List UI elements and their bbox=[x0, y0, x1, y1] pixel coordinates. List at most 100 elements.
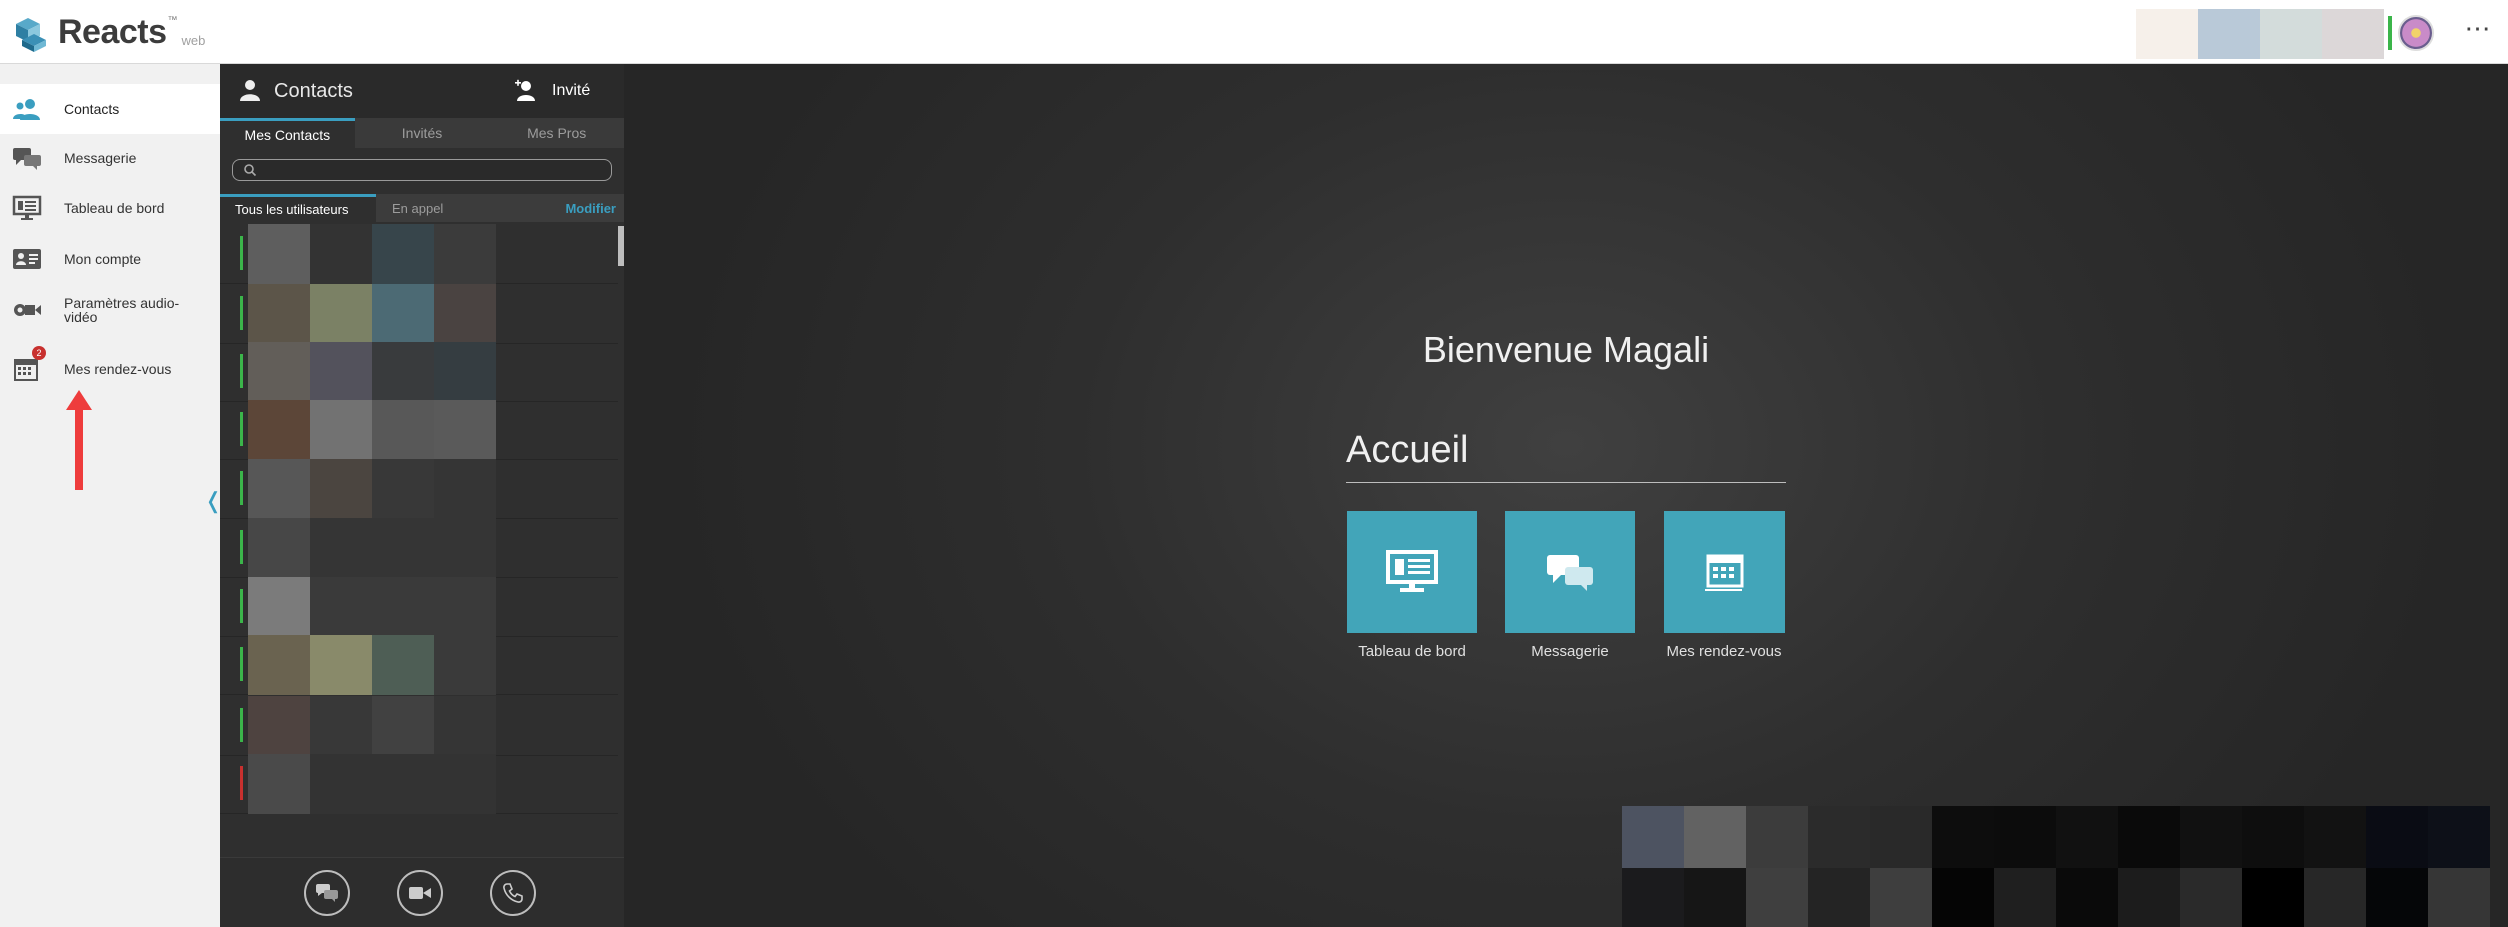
contact-list bbox=[220, 224, 624, 857]
redacted-block bbox=[2242, 806, 2304, 868]
redacted-block bbox=[2118, 868, 2180, 927]
redacted-contact-info bbox=[372, 635, 434, 695]
sidebar-item-mon-compte[interactable]: Mon compte bbox=[0, 234, 220, 284]
section-title: Accueil bbox=[1346, 429, 1469, 471]
sidebar-item-label: Paramètres audio-vidéo bbox=[64, 295, 180, 325]
invite-button[interactable]: Invité bbox=[514, 76, 590, 106]
sidebar-item-mes-rendez-vous[interactable]: 2 Mes rendez-vous bbox=[0, 344, 220, 394]
redacted-block bbox=[2180, 868, 2242, 927]
sidebar-item-label: Messagerie bbox=[64, 150, 137, 166]
more-options-button[interactable]: ⋯ bbox=[2460, 15, 2496, 46]
redacted-block bbox=[2304, 868, 2366, 927]
contacts-panel: Contacts Invité Mes Contacts Invités Mes… bbox=[220, 64, 624, 927]
redacted-block bbox=[1870, 806, 1932, 868]
redacted-contact-info bbox=[372, 459, 434, 519]
contact-row[interactable] bbox=[220, 696, 618, 756]
sidebar-item-parametres-audio-video[interactable]: Paramètres audio-vidéo bbox=[0, 285, 220, 335]
contact-status-indicator bbox=[240, 296, 243, 330]
redacted-block bbox=[2242, 868, 2304, 927]
main-area: Bienvenue Magali Accueil Tableau de bord… bbox=[624, 64, 2508, 927]
contact-avatar bbox=[248, 696, 310, 756]
contacts-title: Contacts bbox=[274, 80, 353, 102]
sidebar-item-contacts[interactable]: Contacts bbox=[0, 84, 220, 134]
contact-avatar bbox=[248, 577, 310, 637]
contact-row[interactable] bbox=[220, 459, 618, 519]
app-edition: web bbox=[181, 32, 206, 48]
contact-row[interactable] bbox=[220, 284, 618, 344]
chat-button[interactable] bbox=[304, 870, 350, 916]
contact-row[interactable] bbox=[220, 224, 618, 284]
redacted-block bbox=[2366, 806, 2428, 868]
more-horizontal-icon: ⋯ bbox=[2464, 13, 2492, 43]
calendar-icon bbox=[1704, 554, 1743, 591]
presence-status-bar bbox=[2388, 16, 2392, 50]
sidebar-item-label: Contacts bbox=[64, 101, 120, 117]
chat-bubble-icon bbox=[316, 884, 338, 902]
modify-link[interactable]: Modifier bbox=[565, 194, 616, 222]
contacts-filter-tabs: Tous les utilisateurs En appel Modifier bbox=[220, 194, 624, 222]
contacts-icon bbox=[12, 94, 42, 124]
tab-en-appel[interactable]: En appel bbox=[392, 194, 443, 222]
redacted-block bbox=[1622, 806, 1684, 868]
redacted-tile bbox=[2136, 9, 2198, 59]
sidebar-item-label: Tableau de bord bbox=[64, 200, 165, 216]
section-divider bbox=[1346, 482, 1786, 483]
contact-row[interactable] bbox=[220, 342, 618, 402]
contact-status-indicator bbox=[240, 647, 243, 681]
tab-invites[interactable]: Invités bbox=[355, 118, 490, 148]
redacted-contact-info bbox=[310, 518, 372, 578]
redacted-contact-info bbox=[372, 696, 434, 756]
contact-row[interactable] bbox=[220, 518, 618, 578]
contact-row[interactable] bbox=[220, 400, 618, 460]
redacted-contact-info bbox=[372, 284, 434, 344]
redacted-block bbox=[1622, 868, 1684, 927]
redacted-contact-info bbox=[372, 754, 434, 814]
video-call-button[interactable] bbox=[397, 870, 443, 916]
app-logo[interactable]: Reacts ™ web bbox=[12, 8, 205, 56]
redacted-tile bbox=[2198, 9, 2260, 59]
redacted-contact-info bbox=[372, 518, 434, 578]
tile-messagerie[interactable] bbox=[1505, 511, 1635, 633]
redacted-block bbox=[2056, 806, 2118, 868]
tab-tous-les-utilisateurs[interactable]: Tous les utilisateurs bbox=[220, 194, 376, 222]
phone-call-button[interactable] bbox=[490, 870, 536, 916]
redacted-block bbox=[1808, 806, 1870, 868]
reacts-logo-icon bbox=[16, 18, 46, 52]
redacted-block bbox=[2180, 806, 2242, 868]
tile-mes-rendez-vous[interactable] bbox=[1664, 511, 1785, 633]
search-box bbox=[232, 159, 612, 181]
contact-status-indicator bbox=[240, 354, 243, 388]
redacted-block bbox=[1746, 868, 1808, 927]
search-input[interactable] bbox=[261, 160, 606, 180]
welcome-heading: Bienvenue Magali bbox=[1422, 329, 1710, 370]
av-settings-icon bbox=[12, 295, 42, 325]
redacted-contact-info bbox=[310, 577, 372, 637]
redacted-contact-info bbox=[434, 754, 496, 814]
contact-avatar bbox=[248, 400, 310, 460]
sidebar-item-tableau-de-bord[interactable]: Tableau de bord bbox=[0, 183, 220, 233]
contact-status-indicator bbox=[240, 471, 243, 505]
dashboard-icon bbox=[1386, 550, 1438, 592]
sidebar-item-messagerie[interactable]: Messagerie bbox=[0, 133, 220, 183]
redacted-block bbox=[2304, 806, 2366, 868]
redacted-block bbox=[1684, 806, 1746, 868]
redacted-block bbox=[1932, 868, 1994, 927]
contact-row[interactable] bbox=[220, 577, 618, 637]
redacted-contact-info bbox=[434, 696, 496, 756]
top-bar: Reacts ™ web ⋯ bbox=[0, 0, 2508, 64]
tab-mes-contacts[interactable]: Mes Contacts bbox=[220, 118, 355, 148]
annotation-arrow-icon bbox=[66, 390, 92, 490]
user-avatar[interactable] bbox=[2398, 15, 2434, 51]
contact-avatar bbox=[248, 342, 310, 402]
contact-status-indicator bbox=[240, 766, 243, 800]
redacted-contact-info bbox=[434, 518, 496, 578]
contact-row[interactable] bbox=[220, 635, 618, 695]
redacted-tile bbox=[2322, 9, 2384, 59]
tab-mes-pros[interactable]: Mes Pros bbox=[489, 118, 624, 148]
contacts-header: Contacts Invité bbox=[220, 64, 624, 118]
redacted-contact-info bbox=[310, 754, 372, 814]
tile-tableau-de-bord[interactable] bbox=[1347, 511, 1477, 633]
contact-row[interactable] bbox=[220, 754, 618, 814]
redacted-contact-info bbox=[310, 459, 372, 519]
redacted-contact-info bbox=[372, 400, 434, 460]
